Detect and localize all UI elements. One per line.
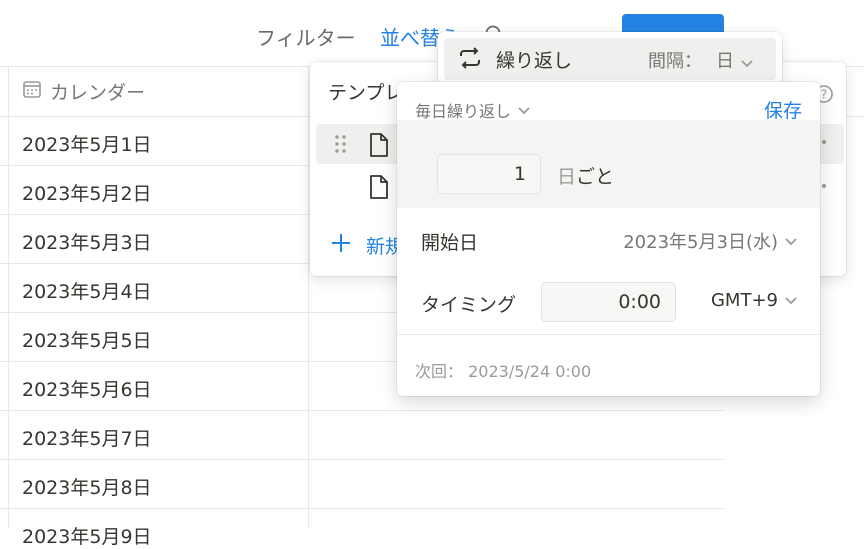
repeat-option[interactable]: 繰り返し 間隔： 日	[438, 32, 782, 84]
table-cell[interactable]: 2023年5月8日	[22, 473, 152, 500]
frequency-label: 毎日繰り返し	[415, 102, 512, 121]
next-run-info: 次回： 2023/5/24 0:00	[415, 358, 591, 382]
time-input[interactable]: 0:00	[541, 282, 676, 322]
chevron-down-icon	[517, 101, 531, 120]
repeat-icon	[458, 47, 482, 73]
filter-button[interactable]: フィルター	[256, 22, 356, 51]
timezone-value: GMT+9	[710, 290, 778, 311]
interval-value[interactable]: 日	[716, 47, 734, 73]
interval-unit-day: 日	[557, 166, 577, 188]
table-cell[interactable]: 2023年5月9日	[22, 522, 152, 549]
row-divider	[0, 410, 724, 411]
more-icon[interactable]	[822, 184, 826, 188]
interval-input-value: 1	[513, 163, 526, 185]
table-cell[interactable]: 2023年5月6日	[22, 375, 152, 402]
chevron-down-icon	[784, 231, 798, 252]
calendar-icon	[22, 79, 42, 104]
new-template-button[interactable]: 新規	[330, 232, 404, 259]
document-icon	[368, 132, 390, 162]
repeat-label: 繰り返し	[496, 50, 573, 72]
interval-unit: 日ごと	[557, 162, 614, 189]
next-run-value: 2023/5/24 0:00	[468, 362, 592, 381]
divider	[397, 334, 820, 335]
next-run-label: 次回：	[415, 362, 464, 381]
chevron-down-icon[interactable]	[740, 54, 754, 73]
document-icon	[368, 174, 390, 204]
timezone-select[interactable]: GMT+9	[711, 290, 798, 311]
calendar-column-header[interactable]: カレンダー	[22, 78, 145, 105]
start-date-label: 開始日	[421, 232, 479, 254]
timing-label: タイミング	[421, 294, 517, 316]
table-cell[interactable]: 2023年5月5日	[22, 326, 152, 353]
drag-handle-icon[interactable]	[334, 134, 348, 158]
chevron-down-icon	[784, 290, 798, 311]
interval-label: 間隔：	[648, 51, 702, 72]
recurrence-settings-panel: 毎日繰り返し 保存 1 日ごと 開始日 2023年5月3日(水) タイミング 0…	[397, 82, 820, 396]
table-cell[interactable]: 2023年5月1日	[22, 130, 152, 157]
table-cell[interactable]: 2023年5月7日	[22, 424, 152, 451]
start-date-select[interactable]: 2023年5月3日(水)	[623, 228, 798, 254]
interval-unit-suffix: ごと	[576, 166, 615, 188]
more-icon[interactable]	[822, 140, 826, 144]
table-cell[interactable]: 2023年5月3日	[22, 228, 152, 255]
plus-icon	[330, 232, 352, 259]
table-cell[interactable]: 2023年5月4日	[22, 277, 152, 304]
row-divider	[0, 508, 724, 509]
svg-text:?: ?	[821, 88, 827, 102]
table-cell[interactable]: 2023年5月2日	[22, 179, 152, 206]
interval-input[interactable]: 1	[437, 154, 541, 194]
save-button[interactable]: 保存	[764, 96, 802, 123]
start-date-value: 2023年5月3日(水)	[623, 232, 778, 253]
frequency-select[interactable]: 毎日繰り返し	[415, 98, 531, 122]
row-divider	[0, 459, 724, 460]
time-input-value: 0:00	[618, 291, 661, 313]
column-header-label: カレンダー	[50, 82, 146, 104]
